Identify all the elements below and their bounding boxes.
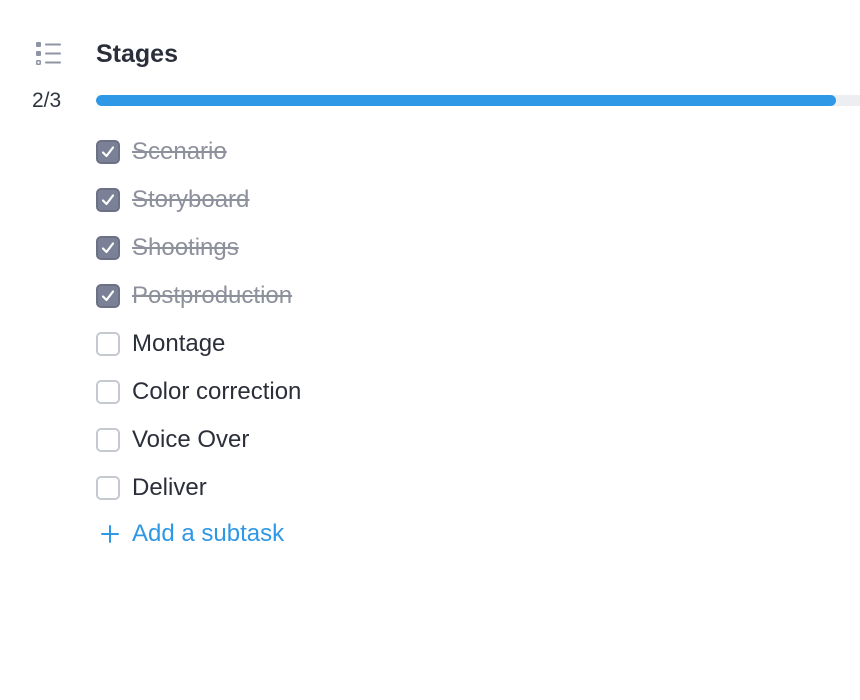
- list-item[interactable]: Montage: [96, 320, 301, 368]
- checkbox[interactable]: [96, 236, 120, 260]
- checkbox[interactable]: [96, 332, 120, 356]
- checkmark-icon: [101, 290, 115, 302]
- stage-label: Voice Over: [132, 426, 250, 453]
- list-item[interactable]: Deliver: [96, 464, 301, 512]
- section-title: Stages: [96, 40, 178, 68]
- checkbox[interactable]: [96, 140, 120, 164]
- progress-bar: [96, 95, 860, 106]
- stage-label: Deliver: [132, 474, 207, 501]
- stage-list: Scenario Storyboard Shootings Postproduc…: [96, 128, 301, 512]
- add-subtask-button[interactable]: Add a subtask: [96, 512, 284, 556]
- list-item[interactable]: Postproduction: [96, 272, 301, 320]
- checklist-icon: [36, 42, 62, 66]
- checkmark-icon: [101, 146, 115, 158]
- checkmark-icon: [101, 242, 115, 254]
- stage-label: Montage: [132, 330, 226, 357]
- progress-bar-fill: [96, 95, 837, 106]
- checkbox[interactable]: [96, 188, 120, 212]
- stages-panel: Stages 2/3 Scenario Storyboard Shootings: [0, 0, 860, 700]
- list-item[interactable]: Voice Over: [96, 416, 301, 464]
- stage-label: Color correction: [132, 378, 302, 405]
- add-subtask-label: Add a subtask: [132, 520, 285, 547]
- list-item[interactable]: Scenario: [96, 128, 301, 176]
- checkbox[interactable]: [96, 284, 120, 308]
- list-item[interactable]: Shootings: [96, 224, 301, 272]
- progress-count: 2/3: [32, 89, 62, 112]
- stage-label: Storyboard: [132, 186, 250, 213]
- stage-label: Scenario: [132, 138, 227, 165]
- plus-icon: [96, 520, 124, 548]
- list-item[interactable]: Color correction: [96, 368, 301, 416]
- checkbox[interactable]: [96, 380, 120, 404]
- checkbox[interactable]: [96, 476, 120, 500]
- checkbox[interactable]: [96, 428, 120, 452]
- stage-label: Shootings: [132, 234, 239, 261]
- stage-label: Postproduction: [132, 282, 293, 309]
- checkmark-icon: [101, 194, 115, 206]
- list-item[interactable]: Storyboard: [96, 176, 301, 224]
